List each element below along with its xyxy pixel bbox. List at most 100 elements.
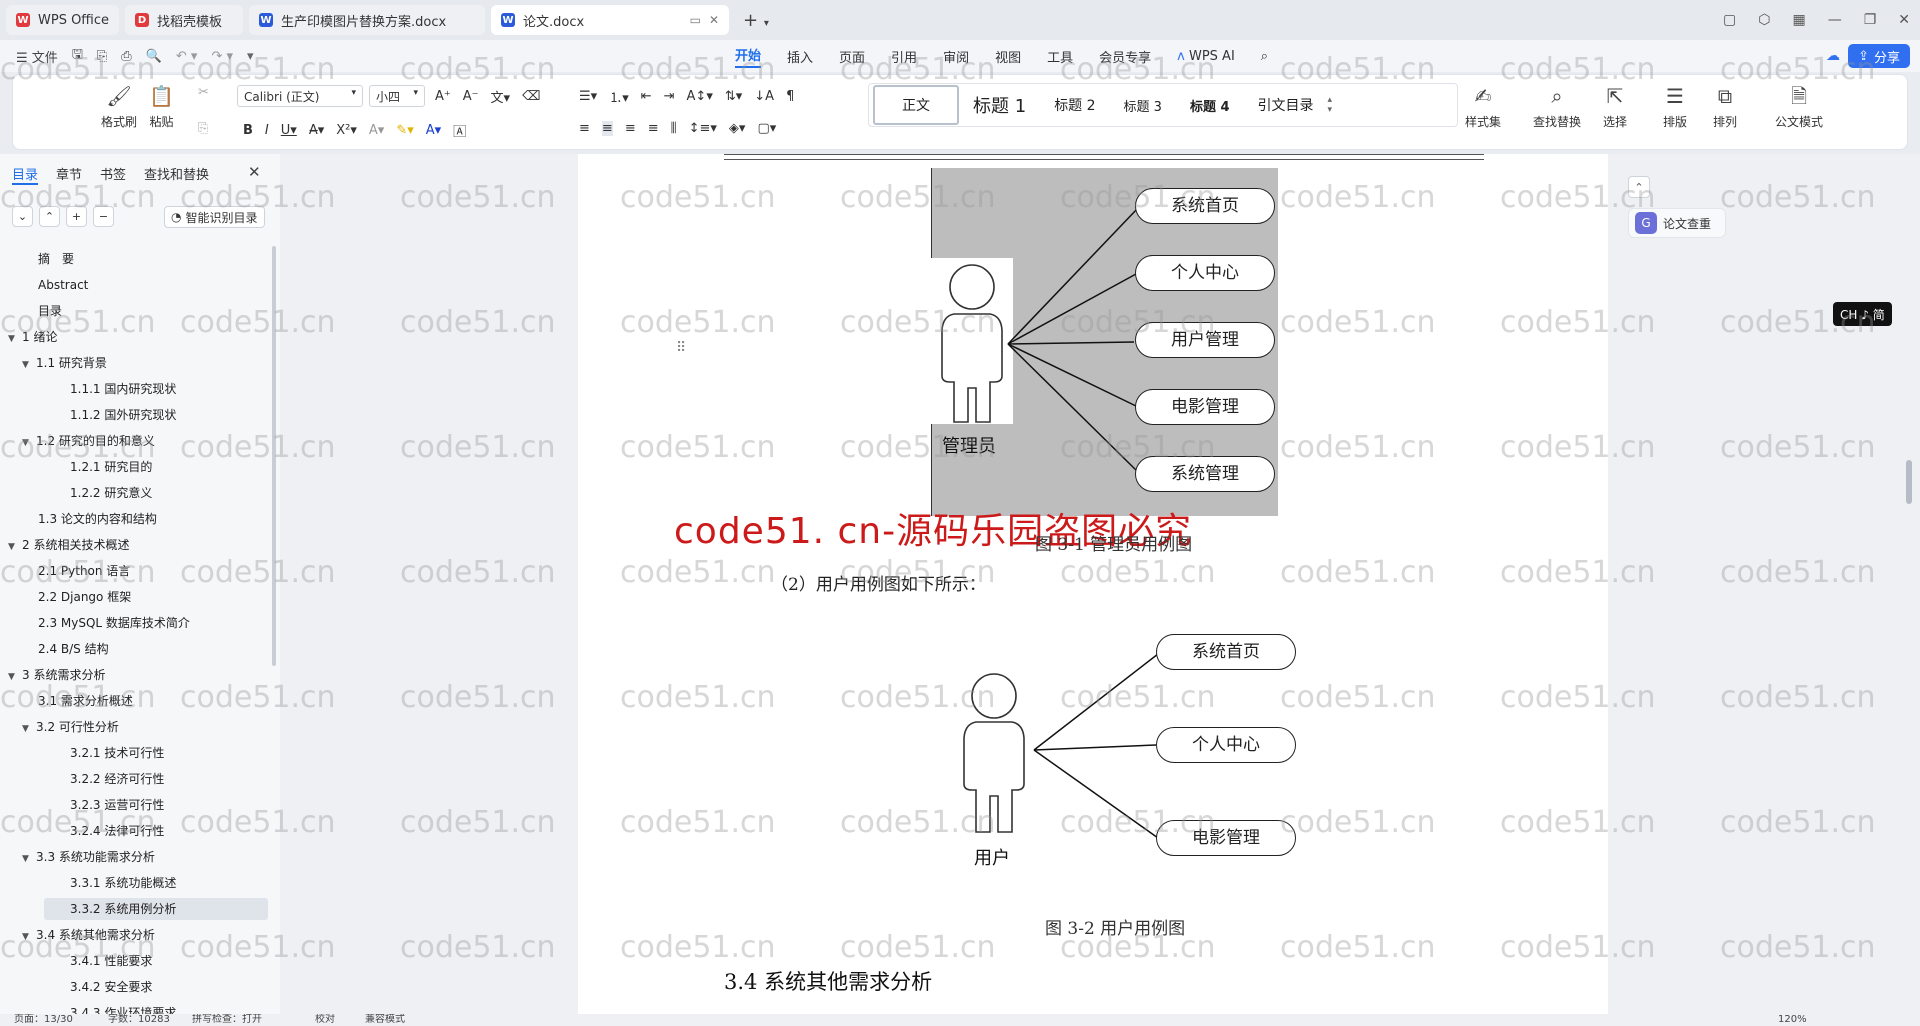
official-doc-button[interactable]: 🗎 公文模式 — [1775, 83, 1823, 130]
grow-font-icon[interactable]: A⁺ — [435, 89, 451, 104]
menu-tab-view[interactable]: 视图 — [995, 47, 1021, 66]
char-shading-icon[interactable]: 🄰 — [453, 121, 466, 140]
window-layout-icon[interactable]: ▢ — [1723, 12, 1736, 28]
expand-triangle-icon[interactable]: ▼ — [8, 328, 22, 350]
style-citation-toc[interactable]: 引文目录 — [1244, 85, 1328, 125]
style-heading-4[interactable]: 标题 4 — [1176, 85, 1244, 125]
collapse-all-icon[interactable]: ⌄ — [12, 206, 33, 227]
menu-tab-tools[interactable]: 工具 — [1047, 47, 1073, 66]
print-preview-icon[interactable]: 🔍 — [146, 49, 162, 64]
menu-tab-member[interactable]: 会员专享 — [1099, 47, 1151, 66]
minimize-icon[interactable]: — — [1828, 12, 1842, 28]
highlight-icon[interactable]: ✎▾ — [396, 123, 413, 138]
justify-icon[interactable]: ≡ — [648, 121, 659, 136]
print-icon[interactable]: ⎙ — [121, 49, 131, 64]
paste-button[interactable]: 📋 粘贴 — [149, 83, 174, 130]
style-heading-1[interactable]: 标题 1 — [959, 85, 1040, 125]
toc-item[interactable]: 3.2.3 运营可行性 — [70, 794, 164, 816]
page-indicator[interactable]: 页面：13/30 — [14, 1014, 73, 1026]
toc-item[interactable]: 3.2.1 技术可行性 — [70, 742, 164, 764]
menu-tab-page[interactable]: 页面 — [839, 47, 865, 66]
tab-docer-templates[interactable]: D 找稻壳模板 — [125, 5, 244, 35]
align-center-icon[interactable]: ≡ — [601, 121, 613, 136]
text-effect-icon[interactable]: A▾ — [369, 123, 384, 138]
style-normal[interactable]: 正文 — [873, 85, 959, 125]
menu-tab-insert[interactable]: 插入 — [787, 47, 813, 66]
toc-item[interactable]: 3.3.2 系统用例分析 — [44, 898, 268, 920]
style-heading-2[interactable]: 标题 2 — [1040, 85, 1109, 125]
align-left-icon[interactable]: ≡ — [579, 121, 590, 136]
save-icon[interactable]: 🖫 — [72, 45, 83, 67]
expand-triangle-icon[interactable]: ▼ — [8, 666, 22, 688]
toc-item[interactable]: 3.2.2 经济可行性 — [70, 768, 164, 790]
toc-item[interactable]: 2.2 Django 框架 — [38, 586, 131, 608]
font-name-select[interactable]: Calibri (正文) ▾ — [237, 85, 363, 107]
restore-icon[interactable]: ❐ — [1864, 12, 1877, 28]
toc-item[interactable]: ▼ 1.1 研究背景 — [22, 352, 107, 374]
bold-icon[interactable]: B — [243, 123, 253, 138]
toc-item[interactable]: 1.1.1 国内研究现状 — [70, 378, 176, 400]
sort-icon[interactable]: ⇅▾ — [725, 89, 742, 104]
toc-item[interactable]: ▼ 3.4 系统其他需求分析 — [22, 924, 155, 946]
tab-doc-1[interactable]: W 生产印模图片替换方案.docx — [249, 5, 486, 35]
expand-up-icon[interactable]: ⌃ — [39, 206, 60, 227]
sidebar-scrollbar[interactable] — [272, 246, 276, 666]
monitor-icon[interactable]: ▭ — [690, 13, 701, 27]
collapse-panel-icon[interactable]: ⌃ — [1628, 176, 1650, 198]
menu-tab-review[interactable]: 审阅 — [943, 47, 969, 66]
nav-tab-toc[interactable]: 目录 — [12, 164, 39, 185]
export-icon[interactable]: ⎘ — [97, 49, 107, 64]
expand-triangle-icon[interactable]: ▼ — [22, 354, 36, 376]
toc-item[interactable]: ▼ 2 系统相关技术概述 — [8, 534, 129, 556]
toc-item[interactable]: 目录 — [38, 300, 62, 322]
find-replace-button[interactable]: ⌕ 查找替换 — [1533, 83, 1581, 130]
close-icon[interactable]: ✕ — [709, 13, 719, 27]
spell-check-status[interactable]: 拼写检查：打开 — [192, 1014, 262, 1026]
undo-icon[interactable]: ↶ ▾ — [176, 49, 198, 64]
toc-item[interactable]: 3.2.4 法律可行性 — [70, 820, 164, 842]
menu-tab-home[interactable]: 开始 — [735, 45, 762, 68]
toc-item[interactable]: 1.2.2 研究意义 — [70, 482, 152, 504]
underline-icon[interactable]: U▾ — [281, 123, 297, 138]
outdent-icon[interactable]: ⇤ — [641, 89, 652, 104]
toc-item[interactable]: ▼ 3.2 可行性分析 — [22, 716, 119, 738]
expand-triangle-icon[interactable]: ▼ — [22, 926, 36, 948]
border-icon[interactable]: ▢▾ — [757, 121, 776, 136]
sort-az-icon[interactable]: ↓A — [754, 89, 774, 104]
nav-tab-bookmarks[interactable]: 书签 — [100, 164, 126, 185]
nav-tab-find-replace[interactable]: 查找和替换 — [144, 164, 209, 185]
toc-item[interactable]: Abstract — [38, 274, 88, 296]
line-spacing-icon[interactable]: ↕≡▾ — [689, 121, 717, 136]
toc-item[interactable]: 1.2.1 研究目的 — [70, 456, 152, 478]
ime-indicator[interactable]: CH ♪ 简 — [1833, 302, 1892, 326]
copy-icon[interactable]: ⎘ — [198, 121, 208, 136]
remove-icon[interactable]: − — [93, 206, 114, 227]
wps-ai-button[interactable]: ᴧ WPS AI — [1177, 49, 1235, 64]
expand-triangle-icon[interactable]: ▼ — [8, 536, 22, 558]
superscript-icon[interactable]: X²▾ — [336, 123, 357, 138]
search-icon[interactable]: ⌕ — [1261, 49, 1268, 64]
strikethrough-icon[interactable]: A̶▾ — [309, 123, 324, 138]
cloud-upload-icon[interactable]: ☁ — [1826, 48, 1840, 64]
avatar[interactable]: ▦ — [1792, 12, 1805, 28]
toc-item[interactable]: 2.3 MySQL 数据库技术简介 — [38, 612, 190, 634]
smart-toc-button[interactable]: ◔ 智能识别目录 — [164, 206, 265, 228]
add-icon[interactable]: + — [66, 206, 87, 227]
expand-triangle-icon[interactable]: ▼ — [22, 718, 36, 740]
shading-icon[interactable]: ◈▾ — [729, 121, 746, 136]
nav-tab-sections[interactable]: 章节 — [56, 164, 82, 185]
redo-icon[interactable]: ↷ ▾ — [211, 49, 233, 64]
toc-item[interactable]: ▼ 3.3 系统功能需求分析 — [22, 846, 155, 868]
italic-icon[interactable]: I — [265, 123, 269, 138]
toc-item[interactable]: 1.3 论文的内容和结构 — [38, 508, 157, 530]
vertical-scrollbar[interactable] — [1906, 460, 1912, 504]
indent-icon[interactable]: ⇥ — [664, 89, 675, 104]
proofread-status[interactable]: 校对 — [315, 1014, 335, 1026]
align-right-icon[interactable]: ≡ — [625, 121, 636, 136]
format-painter-button[interactable]: 🖌 格式刷 — [101, 83, 137, 130]
text-direction-icon[interactable]: A↕▾ — [687, 89, 713, 104]
toc-item[interactable]: ▼ 3 系统需求分析 — [8, 664, 105, 686]
show-marks-icon[interactable]: ¶ — [786, 89, 794, 104]
window-close-icon[interactable]: ✕ — [1898, 12, 1910, 28]
word-count[interactable]: 字数：10283 — [108, 1014, 170, 1026]
